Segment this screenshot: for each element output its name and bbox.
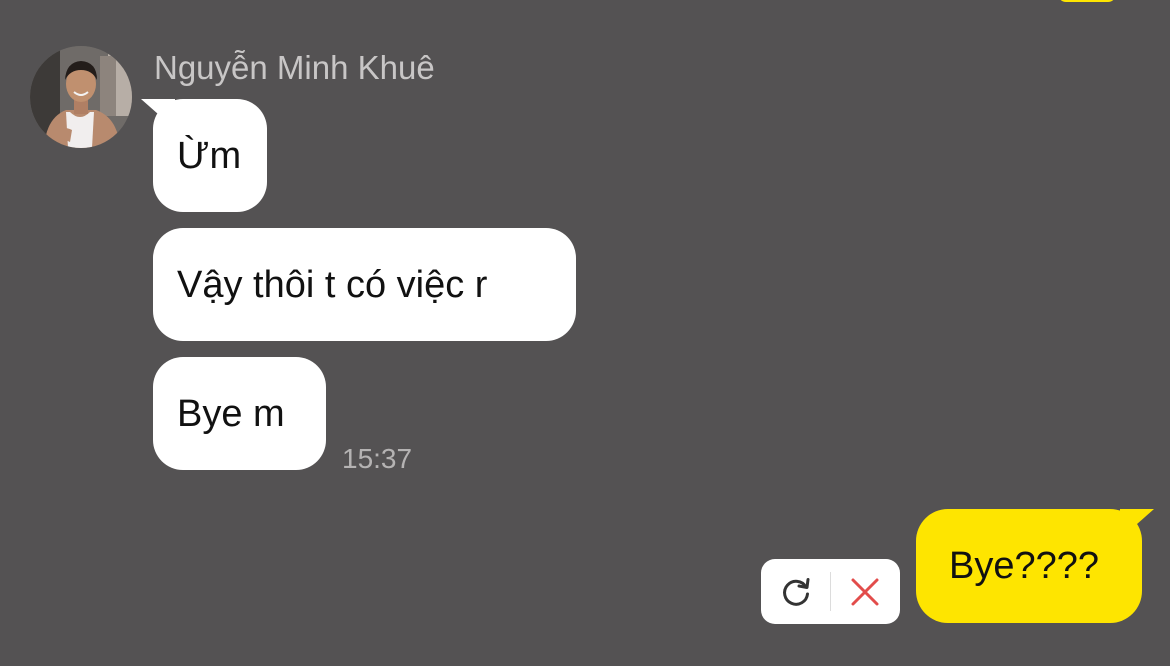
- sender-avatar[interactable]: [30, 46, 132, 148]
- resend-button[interactable]: [761, 559, 830, 624]
- delete-failed-message-button[interactable]: [831, 559, 900, 624]
- avatar-photo: [30, 46, 132, 148]
- sender-name: Nguyễn Minh Khuê: [154, 49, 435, 86]
- close-icon: [851, 578, 879, 605]
- message-timestamp: 15:37: [342, 443, 413, 474]
- outgoing-message-bubble[interactable]: Bye????: [916, 509, 1142, 623]
- incoming-message-bubble[interactable]: Bye m: [153, 357, 326, 470]
- incoming-message-bubble[interactable]: Vậy thôi t có việc r: [153, 228, 576, 341]
- failed-message-actions: [761, 559, 900, 624]
- refresh-icon: [782, 577, 809, 606]
- previous-outgoing-bubble-edge: [1058, 0, 1116, 2]
- incoming-message-bubble[interactable]: Ừm: [153, 99, 267, 212]
